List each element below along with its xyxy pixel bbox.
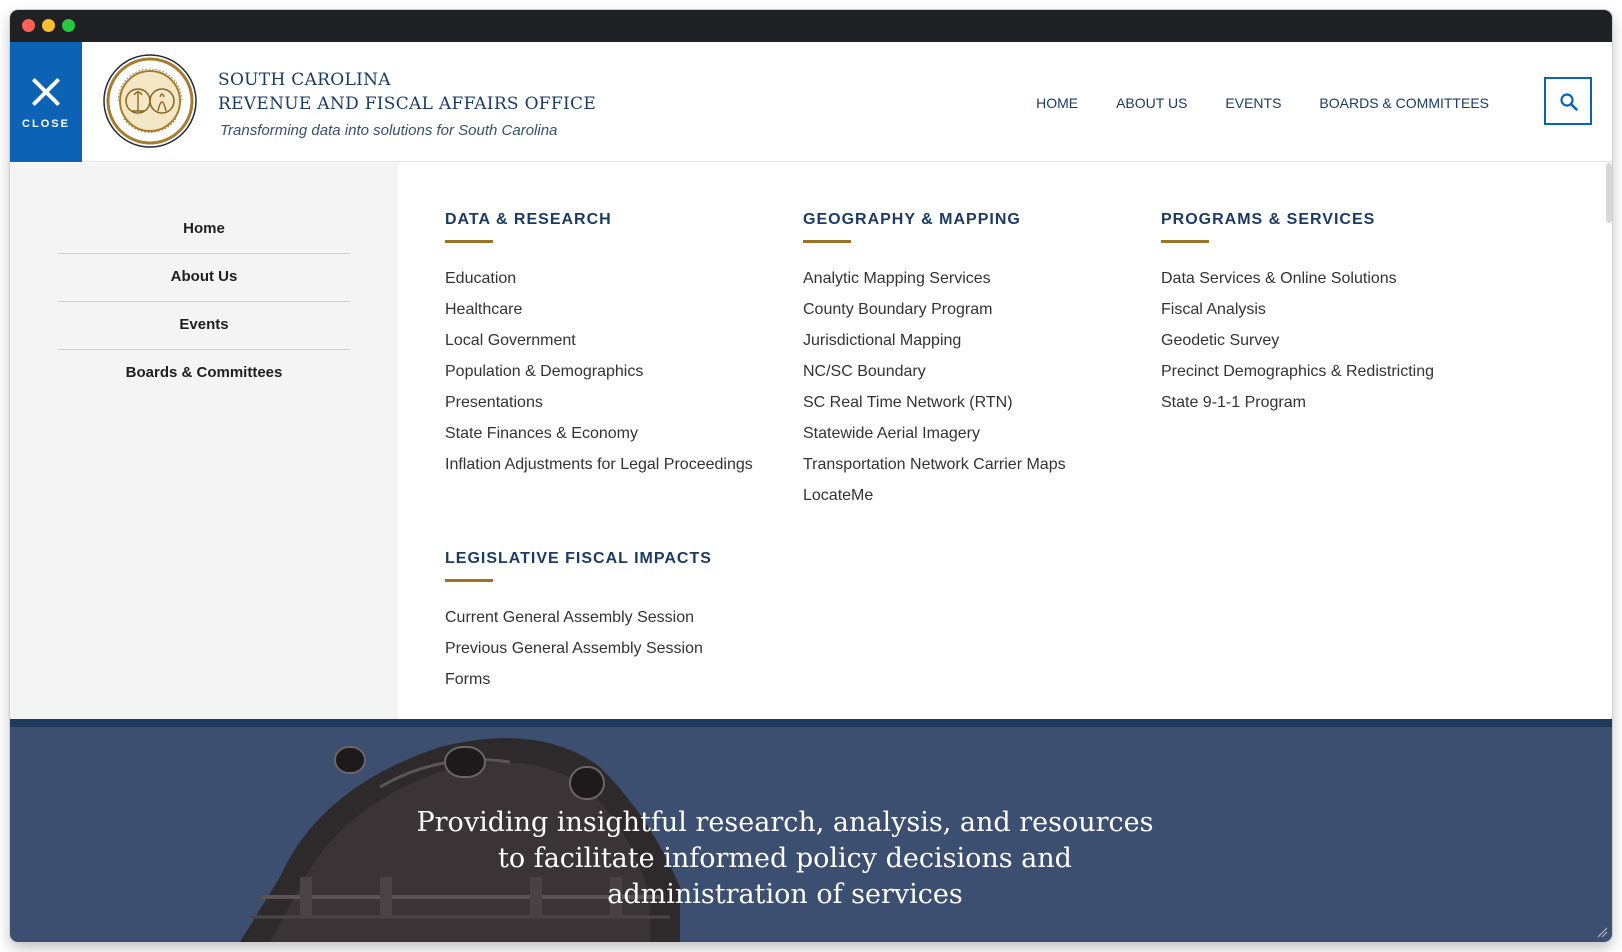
org-title-line1: SOUTH CAROLINA (218, 70, 391, 90)
menu-link-inflation-adjustments[interactable]: Inflation Adjustments for Legal Proceedi… (445, 449, 753, 480)
menu-link-fiscal-analysis[interactable]: Fiscal Analysis (1161, 294, 1434, 325)
nav-about-us[interactable]: ABOUT US (1097, 95, 1206, 111)
menu-link-tnc-maps[interactable]: Transportation Network Carrier Maps (803, 449, 1066, 480)
menu-link-precinct-demographics[interactable]: Precinct Demographics & Redistricting (1161, 356, 1434, 387)
hero-banner: Providing insightful research, analysis,… (10, 719, 1612, 942)
menu-column-geography-mapping: GEOGRAPHY & MAPPING Analytic Mapping Ser… (803, 210, 1066, 511)
sidebar-item-home[interactable]: Home (58, 205, 350, 253)
menu-link-current-session[interactable]: Current General Assembly Session (445, 602, 712, 633)
close-menu-button[interactable]: CLOSE (10, 42, 82, 162)
nav-home[interactable]: HOME (1017, 95, 1097, 111)
menu-link-healthcare[interactable]: Healthcare (445, 294, 753, 325)
window-titlebar (10, 10, 1612, 42)
menu-link-population-demographics[interactable]: Population & Demographics (445, 356, 753, 387)
heading-underline (445, 240, 493, 243)
menu-heading-legislative[interactable]: LEGISLATIVE FISCAL IMPACTS (445, 549, 712, 569)
menu-link-geodetic-survey[interactable]: Geodetic Survey (1161, 325, 1434, 356)
site-header: CLOSE SOUTH CAROLINA REVENUE AND FISCAL … (10, 42, 1612, 162)
menu-link-sc-rtn[interactable]: SC Real Time Network (RTN) (803, 387, 1066, 418)
close-icon (30, 76, 62, 108)
menu-link-forms[interactable]: Forms (445, 664, 712, 695)
menu-link-jurisdictional-mapping[interactable]: Jurisdictional Mapping (803, 325, 1066, 356)
search-icon (1560, 93, 1578, 111)
window-maximize-button[interactable] (62, 19, 75, 32)
sidebar-item-about-us[interactable]: About Us (58, 253, 350, 301)
menu-column-programs-services: PROGRAMS & SERVICES Data Services & Onli… (1161, 210, 1434, 418)
state-seal-icon[interactable] (102, 53, 198, 149)
top-navigation: HOME ABOUT US EVENTS BOARDS & COMMITTEES (1017, 95, 1508, 111)
menu-link-nc-sc-boundary[interactable]: NC/SC Boundary (803, 356, 1066, 387)
menu-heading-programs-services[interactable]: PROGRAMS & SERVICES (1161, 210, 1434, 230)
hero-top-strip (10, 719, 1612, 727)
menu-link-data-services[interactable]: Data Services & Online Solutions (1161, 263, 1434, 294)
resize-handle-icon[interactable] (1596, 926, 1608, 938)
menu-link-analytic-mapping[interactable]: Analytic Mapping Services (803, 263, 1066, 294)
nav-events[interactable]: EVENTS (1206, 95, 1300, 111)
menu-link-state-911[interactable]: State 9-1-1 Program (1161, 387, 1434, 418)
mega-menu: DATA & RESEARCH Education Healthcare Loc… (398, 163, 1612, 733)
menu-link-locateme[interactable]: LocateMe (803, 480, 1066, 511)
sidebar-item-boards-committees[interactable]: Boards & Committees (58, 349, 350, 397)
page-scrollbar[interactable] (1606, 163, 1612, 223)
menu-link-aerial-imagery[interactable]: Statewide Aerial Imagery (803, 418, 1066, 449)
heading-underline (445, 579, 493, 582)
menu-link-presentations[interactable]: Presentations (445, 387, 753, 418)
mobile-sidebar-menu: Home About Us Events Boards & Committees (10, 163, 398, 733)
org-tagline: Transforming data into solutions for Sou… (220, 122, 558, 139)
search-button[interactable] (1544, 77, 1592, 125)
heading-underline (803, 240, 851, 243)
close-label: CLOSE (22, 118, 70, 130)
heading-underline (1161, 240, 1209, 243)
menu-heading-geography-mapping[interactable]: GEOGRAPHY & MAPPING (803, 210, 1066, 230)
nav-boards-committees[interactable]: BOARDS & COMMITTEES (1300, 95, 1508, 111)
hero-mission-statement: Providing insightful research, analysis,… (410, 805, 1160, 913)
sidebar-item-events[interactable]: Events (58, 301, 350, 349)
org-title-line2: REVENUE AND FISCAL AFFAIRS OFFICE (218, 94, 597, 114)
menu-column-data-research: DATA & RESEARCH Education Healthcare Loc… (445, 210, 753, 480)
hero-line-1: Providing insightful research, analysis,… (416, 807, 1154, 838)
window-minimize-button[interactable] (42, 19, 55, 32)
menu-link-previous-session[interactable]: Previous General Assembly Session (445, 633, 712, 664)
hero-line-2: to facilitate informed policy decisions … (498, 843, 1072, 874)
menu-heading-data-research[interactable]: DATA & RESEARCH (445, 210, 753, 230)
menu-link-county-boundary[interactable]: County Boundary Program (803, 294, 1066, 325)
window-close-button[interactable] (22, 19, 35, 32)
org-title[interactable]: SOUTH CAROLINA REVENUE AND FISCAL AFFAIR… (218, 68, 596, 116)
menu-link-local-government[interactable]: Local Government (445, 325, 753, 356)
menu-link-education[interactable]: Education (445, 263, 753, 294)
hero-line-3: administration of services (607, 879, 963, 910)
menu-link-state-finances-economy[interactable]: State Finances & Economy (445, 418, 753, 449)
browser-window: CLOSE SOUTH CAROLINA REVENUE AND FISCAL … (10, 10, 1612, 942)
menu-column-legislative: LEGISLATIVE FISCAL IMPACTS Current Gener… (445, 549, 712, 695)
